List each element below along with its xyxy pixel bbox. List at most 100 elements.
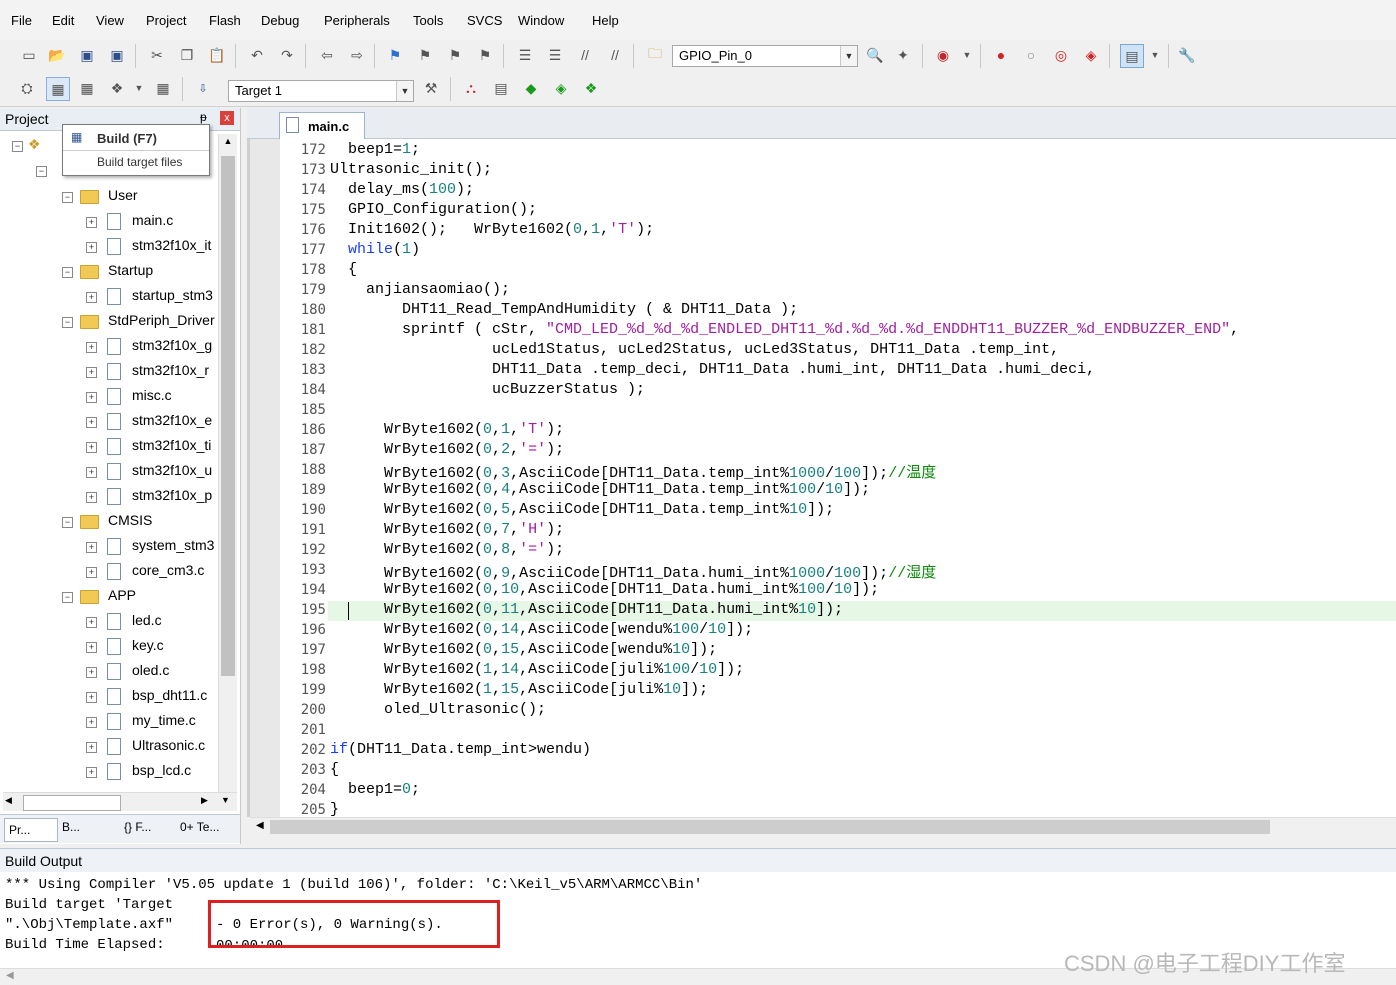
code-line[interactable]: DHT11_Read_TempAndHumidity ( & DHT11_Dat… bbox=[330, 301, 798, 318]
collapse-icon[interactable]: − bbox=[36, 166, 47, 177]
code-line[interactable]: WrByte1602(0,14,AsciiCode[wendu%100/10])… bbox=[330, 621, 753, 638]
expand-icon[interactable]: + bbox=[86, 292, 97, 303]
prev-bookmark-icon[interactable]: ⚑ bbox=[414, 44, 436, 66]
download-icon[interactable]: ⇩ bbox=[192, 77, 214, 99]
indent-icon[interactable]: ☰ bbox=[514, 44, 536, 66]
find-combo[interactable]: GPIO_Pin_0 ▼ bbox=[672, 45, 858, 67]
code-line[interactable]: WrByte1602(0,7,'H'); bbox=[330, 521, 564, 538]
menu-file[interactable]: File bbox=[11, 13, 32, 28]
expand-icon[interactable]: + bbox=[86, 542, 97, 553]
pack-installer-icon[interactable]: ◈ bbox=[550, 77, 572, 99]
code-line[interactable]: beep1=0; bbox=[330, 781, 420, 798]
tab-templates[interactable]: 0+ Te... bbox=[180, 820, 219, 834]
expand-icon[interactable]: + bbox=[86, 667, 97, 678]
tree-horizontal-scrollbar[interactable]: ◀ ▶ ▼ bbox=[3, 792, 237, 811]
chevron-down-icon[interactable]: ▼ bbox=[128, 77, 150, 99]
menu-peripherals[interactable]: Peripherals bbox=[324, 13, 390, 28]
breakpoint-icon[interactable]: ● bbox=[990, 44, 1012, 66]
expand-icon[interactable]: + bbox=[86, 242, 97, 253]
incremental-find-icon[interactable]: ✦ bbox=[892, 44, 914, 66]
debug-session-icon[interactable]: ◉ bbox=[932, 44, 954, 66]
scroll-thumb[interactable] bbox=[23, 795, 121, 811]
nav-back-icon[interactable]: ⇦ bbox=[316, 44, 338, 66]
cut-icon[interactable]: ✂ bbox=[146, 44, 168, 66]
code-line[interactable]: WrByte1602(0,5,AsciiCode[DHT11_Data.temp… bbox=[330, 501, 834, 518]
build-icon[interactable]: ▦ bbox=[46, 77, 70, 101]
expand-icon[interactable]: + bbox=[86, 367, 97, 378]
code-line[interactable]: ucBuzzerStatus ); bbox=[330, 381, 645, 398]
menu-debug[interactable]: Debug bbox=[261, 13, 299, 28]
disable-all-breakpoints-icon[interactable]: ◎ bbox=[1050, 44, 1072, 66]
code-line[interactable]: WrByte1602(0,10,AsciiCode[DHT11_Data.hum… bbox=[330, 581, 879, 598]
menu-view[interactable]: View bbox=[96, 13, 124, 28]
menu-svcs[interactable]: SVCS bbox=[467, 13, 502, 28]
close-icon[interactable]: x bbox=[220, 111, 234, 125]
save-icon[interactable]: ▣ bbox=[76, 44, 98, 66]
window-layout-icon[interactable]: ▤ bbox=[1120, 44, 1144, 68]
tab-project[interactable]: Pr... bbox=[4, 818, 58, 842]
expand-icon[interactable]: + bbox=[86, 392, 97, 403]
code-line[interactable]: WrByte1602(0,11,AsciiCode[DHT11_Data.hum… bbox=[330, 601, 843, 618]
code-line[interactable]: while(1) bbox=[330, 241, 420, 258]
new-file-icon[interactable]: ▭ bbox=[18, 44, 40, 66]
unindent-icon[interactable]: ☰ bbox=[544, 44, 566, 66]
menu-help[interactable]: Help bbox=[592, 13, 619, 28]
expand-icon[interactable]: + bbox=[86, 342, 97, 353]
manage-project-items-icon[interactable]: ▤ bbox=[490, 77, 512, 99]
expand-icon[interactable]: + bbox=[86, 567, 97, 578]
chevron-down-icon[interactable]: ▼ bbox=[396, 81, 413, 101]
next-bookmark-icon[interactable]: ⚑ bbox=[444, 44, 466, 66]
expand-icon[interactable]: + bbox=[86, 617, 97, 628]
menu-tools[interactable]: Tools bbox=[413, 13, 443, 28]
collapse-icon[interactable]: − bbox=[12, 141, 23, 152]
code-line[interactable]: oled_Ultrasonic(); bbox=[330, 701, 546, 718]
code-line[interactable]: WrByte1602(0,1,'T'); bbox=[330, 421, 564, 438]
tab-functions[interactable]: {} F... bbox=[124, 820, 151, 834]
menu-window[interactable]: Window bbox=[518, 13, 564, 28]
collapse-icon[interactable]: − bbox=[62, 592, 73, 603]
select-packs-icon[interactable]: ◆ bbox=[520, 77, 542, 99]
kill-breakpoints-icon[interactable]: ◈ bbox=[1080, 44, 1102, 66]
code-line[interactable]: ucLed1Status, ucLed2Status, ucLed3Status… bbox=[330, 341, 1059, 358]
code-line[interactable]: { bbox=[330, 761, 339, 778]
expand-icon[interactable]: + bbox=[86, 692, 97, 703]
tab-main-c[interactable]: main.c bbox=[279, 112, 365, 139]
code-line[interactable]: WrByte1602(0,15,AsciiCode[wendu%10]); bbox=[330, 641, 717, 658]
code-line[interactable]: WrByte1602(1,15,AsciiCode[juli%10]); bbox=[330, 681, 708, 698]
code-line[interactable]: anjiansaomiao(); bbox=[330, 281, 510, 298]
expand-icon[interactable]: + bbox=[86, 717, 97, 728]
code-line[interactable]: { bbox=[330, 261, 357, 278]
menu-project[interactable]: Project bbox=[146, 13, 186, 28]
find-icon[interactable]: 🔍 bbox=[864, 44, 886, 66]
expand-icon[interactable]: + bbox=[86, 767, 97, 778]
scroll-left-icon[interactable]: ◀ bbox=[256, 820, 264, 831]
code-line[interactable]: GPIO_Configuration(); bbox=[330, 201, 537, 218]
disable-breakpoint-icon[interactable]: ○ bbox=[1020, 44, 1042, 66]
code-line[interactable]: delay_ms(100); bbox=[330, 181, 474, 198]
editor-horizontal-scrollbar[interactable]: ◀ bbox=[250, 817, 1396, 836]
redo-icon[interactable]: ↷ bbox=[276, 44, 298, 66]
collapse-icon[interactable]: − bbox=[62, 317, 73, 328]
clear-bookmarks-icon[interactable]: ⚑ bbox=[474, 44, 496, 66]
chevron-down-icon[interactable]: ▼ bbox=[840, 46, 857, 66]
code-line[interactable]: WrByte1602(0,9,AsciiCode[DHT11_Data.humi… bbox=[330, 561, 936, 582]
rebuild-icon[interactable]: ▦ bbox=[76, 77, 98, 99]
code-line[interactable]: WrByte1602(0,8,'='); bbox=[330, 541, 564, 558]
save-all-icon[interactable]: ▣ bbox=[106, 44, 128, 66]
code-line[interactable]: sprintf ( cStr, "CMD_LED_%d_%d_%d_ENDLED… bbox=[330, 321, 1239, 338]
batch-build-icon[interactable]: ❖ bbox=[106, 77, 128, 99]
code-line[interactable]: } bbox=[330, 801, 339, 818]
scroll-left-icon[interactable]: ◀ bbox=[5, 795, 12, 806]
copy-icon[interactable]: ❐ bbox=[176, 44, 198, 66]
code-line[interactable]: beep1=1; bbox=[330, 141, 420, 158]
scroll-up-icon[interactable]: ▲ bbox=[221, 136, 235, 152]
expand-icon[interactable]: + bbox=[86, 642, 97, 653]
expand-icon[interactable]: + bbox=[86, 417, 97, 428]
configure-icon[interactable]: 🔧 bbox=[1176, 44, 1198, 66]
tree-vertical-scrollbar[interactable]: ▲ bbox=[218, 134, 237, 792]
collapse-icon[interactable]: − bbox=[62, 517, 73, 528]
bookmark-icon[interactable]: ⚑ bbox=[384, 44, 406, 66]
expand-icon[interactable]: + bbox=[86, 442, 97, 453]
undo-icon[interactable]: ↶ bbox=[246, 44, 268, 66]
open-file-icon[interactable]: 📂 bbox=[46, 44, 68, 66]
